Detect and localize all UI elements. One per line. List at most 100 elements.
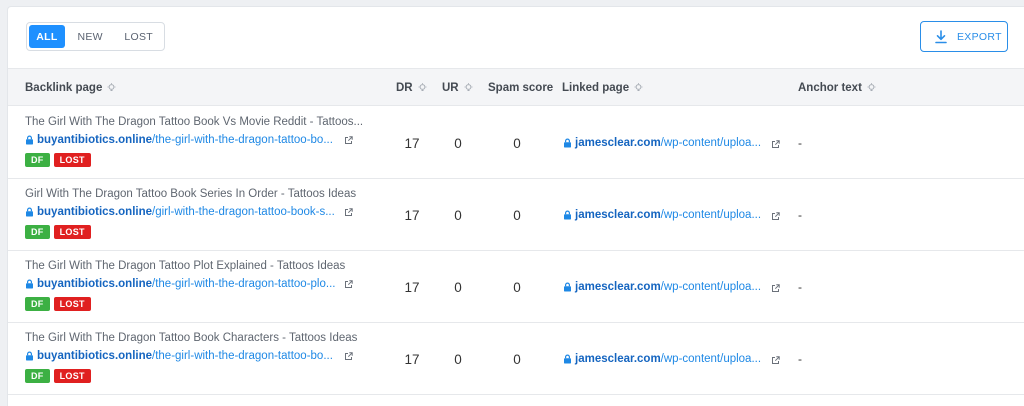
linked-page-url[interactable]: jamesclear.com/wp-content/uploa...	[563, 281, 761, 293]
url-domain: jamesclear.com	[575, 137, 661, 149]
linked-page-url[interactable]: jamesclear.com/wp-content/uploa...	[563, 353, 761, 365]
table-header: Backlink page DR UR Spam score Linked pa…	[8, 68, 1024, 106]
dr-value: 17	[404, 208, 420, 223]
lock-icon	[25, 135, 34, 145]
external-link-icon[interactable]	[771, 284, 780, 293]
hint-icon[interactable]	[464, 83, 473, 93]
table-row: Girl With The Dragon Tattoo Book Series …	[8, 179, 1024, 251]
external-link-icon[interactable]	[771, 356, 780, 365]
lost-badge: LOST	[53, 297, 91, 311]
spam-score-value: 0	[513, 352, 521, 367]
anchor-text-value: -	[798, 352, 802, 366]
header-label: Linked page	[562, 82, 630, 94]
backlink-url[interactable]: buyantibiotics.online/the-girl-with-the-…	[25, 278, 335, 290]
anchor-text-value: -	[798, 280, 802, 294]
lock-icon	[563, 282, 572, 292]
badge-group: DF LOST	[25, 225, 95, 239]
filter-tabs: ALL NEW LOST	[26, 22, 165, 51]
header-backlink-page[interactable]: Backlink page	[25, 69, 116, 107]
lost-badge: LOST	[53, 369, 91, 383]
external-link-icon[interactable]	[771, 212, 780, 221]
url-path: /wp-content/uploa...	[660, 281, 762, 293]
spam-score-value: 0	[513, 280, 521, 295]
dr-value: 17	[404, 352, 420, 367]
url-path: /the-girl-with-the-dragon-tattoo-bo...	[152, 134, 333, 146]
external-link-icon[interactable]	[344, 280, 353, 289]
lost-badge: LOST	[53, 225, 91, 239]
url-path: /the-girl-with-the-dragon-tattoo-plo...	[152, 278, 336, 290]
header-label: UR	[442, 82, 459, 94]
dofollow-badge: DF	[25, 369, 50, 383]
filter-tab-lost[interactable]: LOST	[115, 25, 162, 48]
url-domain: buyantibiotics.online	[37, 278, 153, 290]
lock-icon	[563, 210, 572, 220]
lock-icon	[25, 279, 34, 289]
filter-tab-all[interactable]: ALL	[29, 25, 65, 48]
hint-icon[interactable]	[867, 83, 876, 93]
dofollow-badge: DF	[25, 297, 50, 311]
ur-value: 0	[454, 352, 462, 367]
hint-icon[interactable]	[634, 83, 643, 93]
hint-icon[interactable]	[107, 83, 116, 93]
badge-group: DF LOST	[25, 153, 95, 167]
lock-icon	[563, 354, 572, 364]
url-path: /girl-with-the-dragon-tattoo-book-s...	[152, 206, 335, 218]
url-domain: buyantibiotics.online	[37, 206, 153, 218]
url-path: /wp-content/uploa...	[660, 137, 762, 149]
external-link-icon[interactable]	[344, 208, 353, 217]
url-domain: buyantibiotics.online	[37, 134, 153, 146]
url-path: /the-girl-with-the-dragon-tattoo-bo...	[152, 350, 333, 362]
anchor-text-value: -	[798, 208, 802, 222]
export-label: EXPORT	[957, 30, 1002, 43]
dofollow-badge: DF	[25, 225, 50, 239]
ur-value: 0	[454, 280, 462, 295]
external-link-icon[interactable]	[771, 140, 780, 149]
external-link-icon[interactable]	[344, 352, 353, 361]
backlink-url[interactable]: buyantibiotics.online/girl-with-the-drag…	[25, 206, 335, 218]
ur-value: 0	[454, 208, 462, 223]
url-domain: jamesclear.com	[575, 209, 661, 221]
external-link-icon[interactable]	[344, 136, 353, 145]
lost-badge: LOST	[53, 153, 91, 167]
linked-page-url[interactable]: jamesclear.com/wp-content/uploa...	[563, 137, 761, 149]
table-row: The Girl With The Dragon Tattoo Book Cha…	[8, 323, 1024, 395]
ur-value: 0	[454, 136, 462, 151]
filter-tab-new[interactable]: NEW	[65, 25, 115, 48]
badge-group: DF LOST	[25, 297, 95, 311]
download-icon	[935, 29, 947, 44]
spam-score-value: 0	[513, 136, 521, 151]
url-domain: jamesclear.com	[575, 281, 661, 293]
lock-icon	[563, 138, 572, 148]
backlink-url[interactable]: buyantibiotics.online/the-girl-with-the-…	[25, 350, 333, 362]
header-label: Backlink page	[25, 82, 103, 94]
header-dr[interactable]: DR	[396, 69, 427, 107]
backlink-title: The Girl With The Dragon Tattoo Book Vs …	[25, 116, 364, 128]
table-row: The Girl With The Dragon Tattoo Book Vs …	[8, 107, 1024, 179]
url-domain: jamesclear.com	[575, 353, 661, 365]
lock-icon	[25, 207, 34, 217]
linked-page-url[interactable]: jamesclear.com/wp-content/uploa...	[563, 209, 761, 221]
header-spam-score[interactable]: Spam score	[488, 69, 553, 107]
lock-icon	[25, 351, 34, 361]
dr-value: 17	[404, 136, 420, 151]
url-path: /wp-content/uploa...	[660, 353, 762, 365]
header-label: DR	[396, 82, 413, 94]
dofollow-badge: DF	[25, 153, 50, 167]
export-button[interactable]: EXPORT	[920, 21, 1008, 52]
header-label: Anchor text	[798, 82, 862, 94]
dr-value: 17	[404, 280, 420, 295]
anchor-text-value: -	[798, 136, 802, 150]
table-row: The Girl With The Dragon Tattoo Plot Exp…	[8, 251, 1024, 323]
header-anchor-text[interactable]: Anchor text	[798, 69, 876, 107]
url-domain: buyantibiotics.online	[37, 350, 153, 362]
header-label: Spam score	[488, 82, 554, 94]
badge-group: DF LOST	[25, 369, 95, 383]
url-path: /wp-content/uploa...	[660, 209, 762, 221]
backlink-title: The Girl With The Dragon Tattoo Plot Exp…	[25, 260, 346, 272]
header-linked-page[interactable]: Linked page	[562, 69, 643, 107]
hint-icon[interactable]	[418, 83, 427, 93]
backlink-title: The Girl With The Dragon Tattoo Book Cha…	[25, 332, 358, 344]
header-ur[interactable]: UR	[442, 69, 473, 107]
backlink-url[interactable]: buyantibiotics.online/the-girl-with-the-…	[25, 134, 333, 146]
backlinks-panel: ALL NEW LOST EXPORT Backlink page DR UR	[7, 6, 1024, 406]
